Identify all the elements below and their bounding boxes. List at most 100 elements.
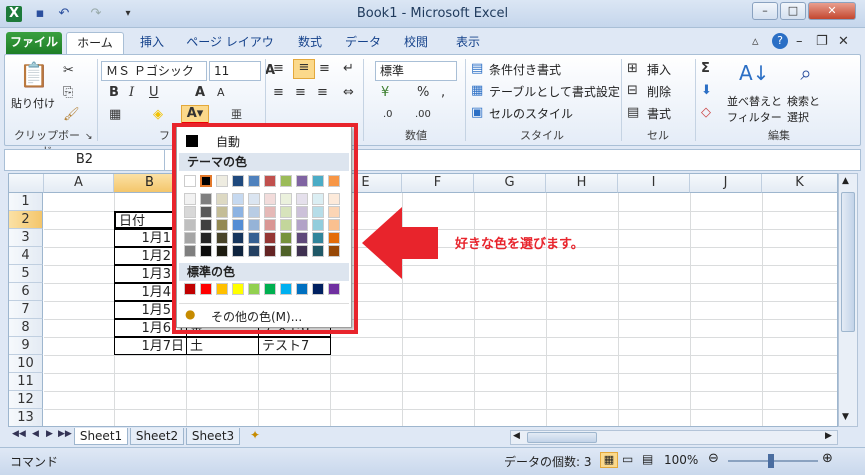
tab-file[interactable]: ファイル: [6, 32, 62, 54]
tab-formulas[interactable]: 数式: [290, 32, 330, 54]
delete-cells-button[interactable]: 削除: [647, 83, 671, 100]
scroll-down-icon[interactable]: ▼: [842, 412, 849, 422]
row-header[interactable]: 2: [9, 211, 43, 229]
cell-styles-button[interactable]: セルのスタイル: [489, 105, 573, 122]
shrink-font-icon[interactable]: A: [217, 85, 225, 101]
horizontal-scrollbar[interactable]: ◀ ▶: [510, 430, 838, 445]
insert-cells-button[interactable]: 挿入: [647, 61, 671, 78]
row-header[interactable]: 4: [9, 247, 43, 265]
column-header[interactable]: H: [546, 174, 618, 193]
copy-icon[interactable]: ⎘: [63, 85, 73, 101]
fill-color-icon[interactable]: ◈: [153, 107, 163, 123]
increase-decimal-icon[interactable]: .0: [383, 107, 393, 123]
tab-insert[interactable]: 挿入: [132, 32, 172, 54]
delete-cells-icon[interactable]: ⊟: [627, 83, 638, 99]
scroll-left-icon[interactable]: ◀: [513, 431, 520, 441]
tab-page-layout[interactable]: ページ レイアウト: [182, 32, 278, 69]
paste-button[interactable]: 貼り付け: [11, 95, 55, 111]
format-painter-icon[interactable]: 🖌: [63, 107, 80, 123]
decrease-decimal-icon[interactable]: .00: [415, 107, 431, 123]
bold-icon[interactable]: B: [109, 85, 119, 101]
prev-sheet-icon[interactable]: ◀: [32, 429, 39, 439]
zoom-slider-thumb[interactable]: [768, 454, 774, 468]
horizontal-scroll-thumb[interactable]: [527, 432, 597, 443]
conditional-format-icon[interactable]: ▤: [471, 61, 483, 77]
font-name-combo[interactable]: ＭＳ Ｐゴシック: [101, 61, 207, 81]
tab-review[interactable]: 校閲: [396, 32, 436, 54]
first-sheet-icon[interactable]: ◀◀: [12, 429, 26, 439]
cell-styles-icon[interactable]: ▣: [471, 105, 483, 121]
workbook-minimize-icon[interactable]: –: [796, 34, 803, 50]
scroll-up-icon[interactable]: ▲: [842, 176, 849, 186]
number-format-combo[interactable]: 標準: [375, 61, 457, 81]
cut-icon[interactable]: ✂: [63, 63, 74, 79]
row-header[interactable]: 1: [9, 193, 43, 211]
tab-data[interactable]: データ: [340, 32, 386, 54]
grow-font-size-icon[interactable]: A: [195, 85, 205, 101]
column-header[interactable]: K: [762, 174, 837, 193]
column-header[interactable]: F: [402, 174, 474, 193]
sheet-tab-3[interactable]: Sheet3: [186, 428, 240, 445]
row-header[interactable]: 13: [9, 409, 43, 426]
align-bottom-icon[interactable]: ≡: [319, 61, 330, 77]
row-header[interactable]: 9: [9, 337, 43, 355]
workbook-close-icon[interactable]: ✕: [838, 34, 849, 50]
format-cells-button[interactable]: 書式: [647, 105, 671, 122]
format-table-icon[interactable]: ▦: [471, 83, 483, 99]
sheet-tab-1[interactable]: Sheet1: [74, 428, 128, 445]
column-header[interactable]: J: [690, 174, 762, 193]
name-box[interactable]: B2: [5, 150, 165, 170]
percent-icon[interactable]: %: [417, 85, 429, 101]
row-header[interactable]: 6: [9, 283, 43, 301]
find-select-button-line2[interactable]: 選択: [787, 109, 809, 125]
sort-filter-button-line2[interactable]: フィルター: [727, 109, 782, 125]
sort-filter-icon[interactable]: A↓: [739, 59, 769, 87]
insert-sheet-icon[interactable]: ✦: [250, 428, 260, 442]
align-center-icon[interactable]: ≡: [295, 85, 306, 101]
row-header[interactable]: 7: [9, 301, 43, 319]
align-top-icon[interactable]: ≡: [273, 61, 284, 77]
zoom-in-icon[interactable]: ⊕: [822, 451, 833, 466]
conditional-format-button[interactable]: 条件付き書式: [489, 61, 561, 78]
vertical-scrollbar[interactable]: ▲ ▼: [838, 173, 858, 427]
borders-icon[interactable]: ▦: [109, 107, 121, 123]
find-select-button[interactable]: 検索と: [787, 93, 820, 109]
autosum-icon[interactable]: Σ: [701, 61, 710, 77]
fill-icon[interactable]: ⬇: [701, 83, 712, 99]
column-header[interactable]: I: [618, 174, 690, 193]
cell-d9[interactable]: テスト7: [258, 337, 331, 355]
currency-icon[interactable]: ¥: [381, 85, 389, 101]
font-color-icon[interactable]: A▾: [181, 105, 209, 125]
vertical-scroll-thumb[interactable]: [841, 192, 855, 332]
align-left-icon[interactable]: ≡: [273, 85, 284, 101]
paste-icon[interactable]: 📋: [19, 61, 49, 89]
row-header[interactable]: 11: [9, 373, 43, 391]
next-sheet-icon[interactable]: ▶: [46, 429, 53, 439]
format-cells-icon[interactable]: ▤: [627, 105, 639, 121]
maximize-button[interactable]: □: [780, 2, 806, 20]
help-icon[interactable]: ?: [772, 33, 788, 49]
cell-b9[interactable]: 1月7日: [114, 337, 187, 355]
sheet-tab-2[interactable]: Sheet2: [130, 428, 184, 445]
insert-cells-icon[interactable]: ⊞: [627, 61, 638, 77]
workbook-restore-icon[interactable]: ❐: [816, 34, 828, 50]
row-header[interactable]: 8: [9, 319, 43, 337]
row-header[interactable]: 3: [9, 229, 43, 247]
font-size-combo[interactable]: 11: [209, 61, 261, 81]
comma-icon[interactable]: ,: [441, 85, 445, 101]
page-break-view-icon[interactable]: ▤: [642, 452, 653, 466]
zoom-level[interactable]: 100%: [664, 453, 698, 467]
clear-icon[interactable]: ◇: [701, 105, 711, 121]
scroll-right-icon[interactable]: ▶: [825, 431, 832, 441]
sort-filter-button[interactable]: 並べ替えと: [727, 93, 782, 109]
phonetic-icon[interactable]: 亜: [231, 107, 242, 123]
last-sheet-icon[interactable]: ▶▶: [58, 429, 72, 439]
row-header[interactable]: 10: [9, 355, 43, 373]
wrap-text-icon[interactable]: ↵: [343, 61, 354, 77]
close-button[interactable]: ✕: [808, 2, 856, 20]
page-layout-view-icon[interactable]: ▭: [622, 452, 633, 466]
find-select-icon[interactable]: ⌕: [793, 59, 819, 87]
zoom-out-icon[interactable]: ⊖: [708, 451, 719, 466]
row-header[interactable]: 12: [9, 391, 43, 409]
dialog-launcher-icon[interactable]: ↘: [85, 129, 93, 145]
